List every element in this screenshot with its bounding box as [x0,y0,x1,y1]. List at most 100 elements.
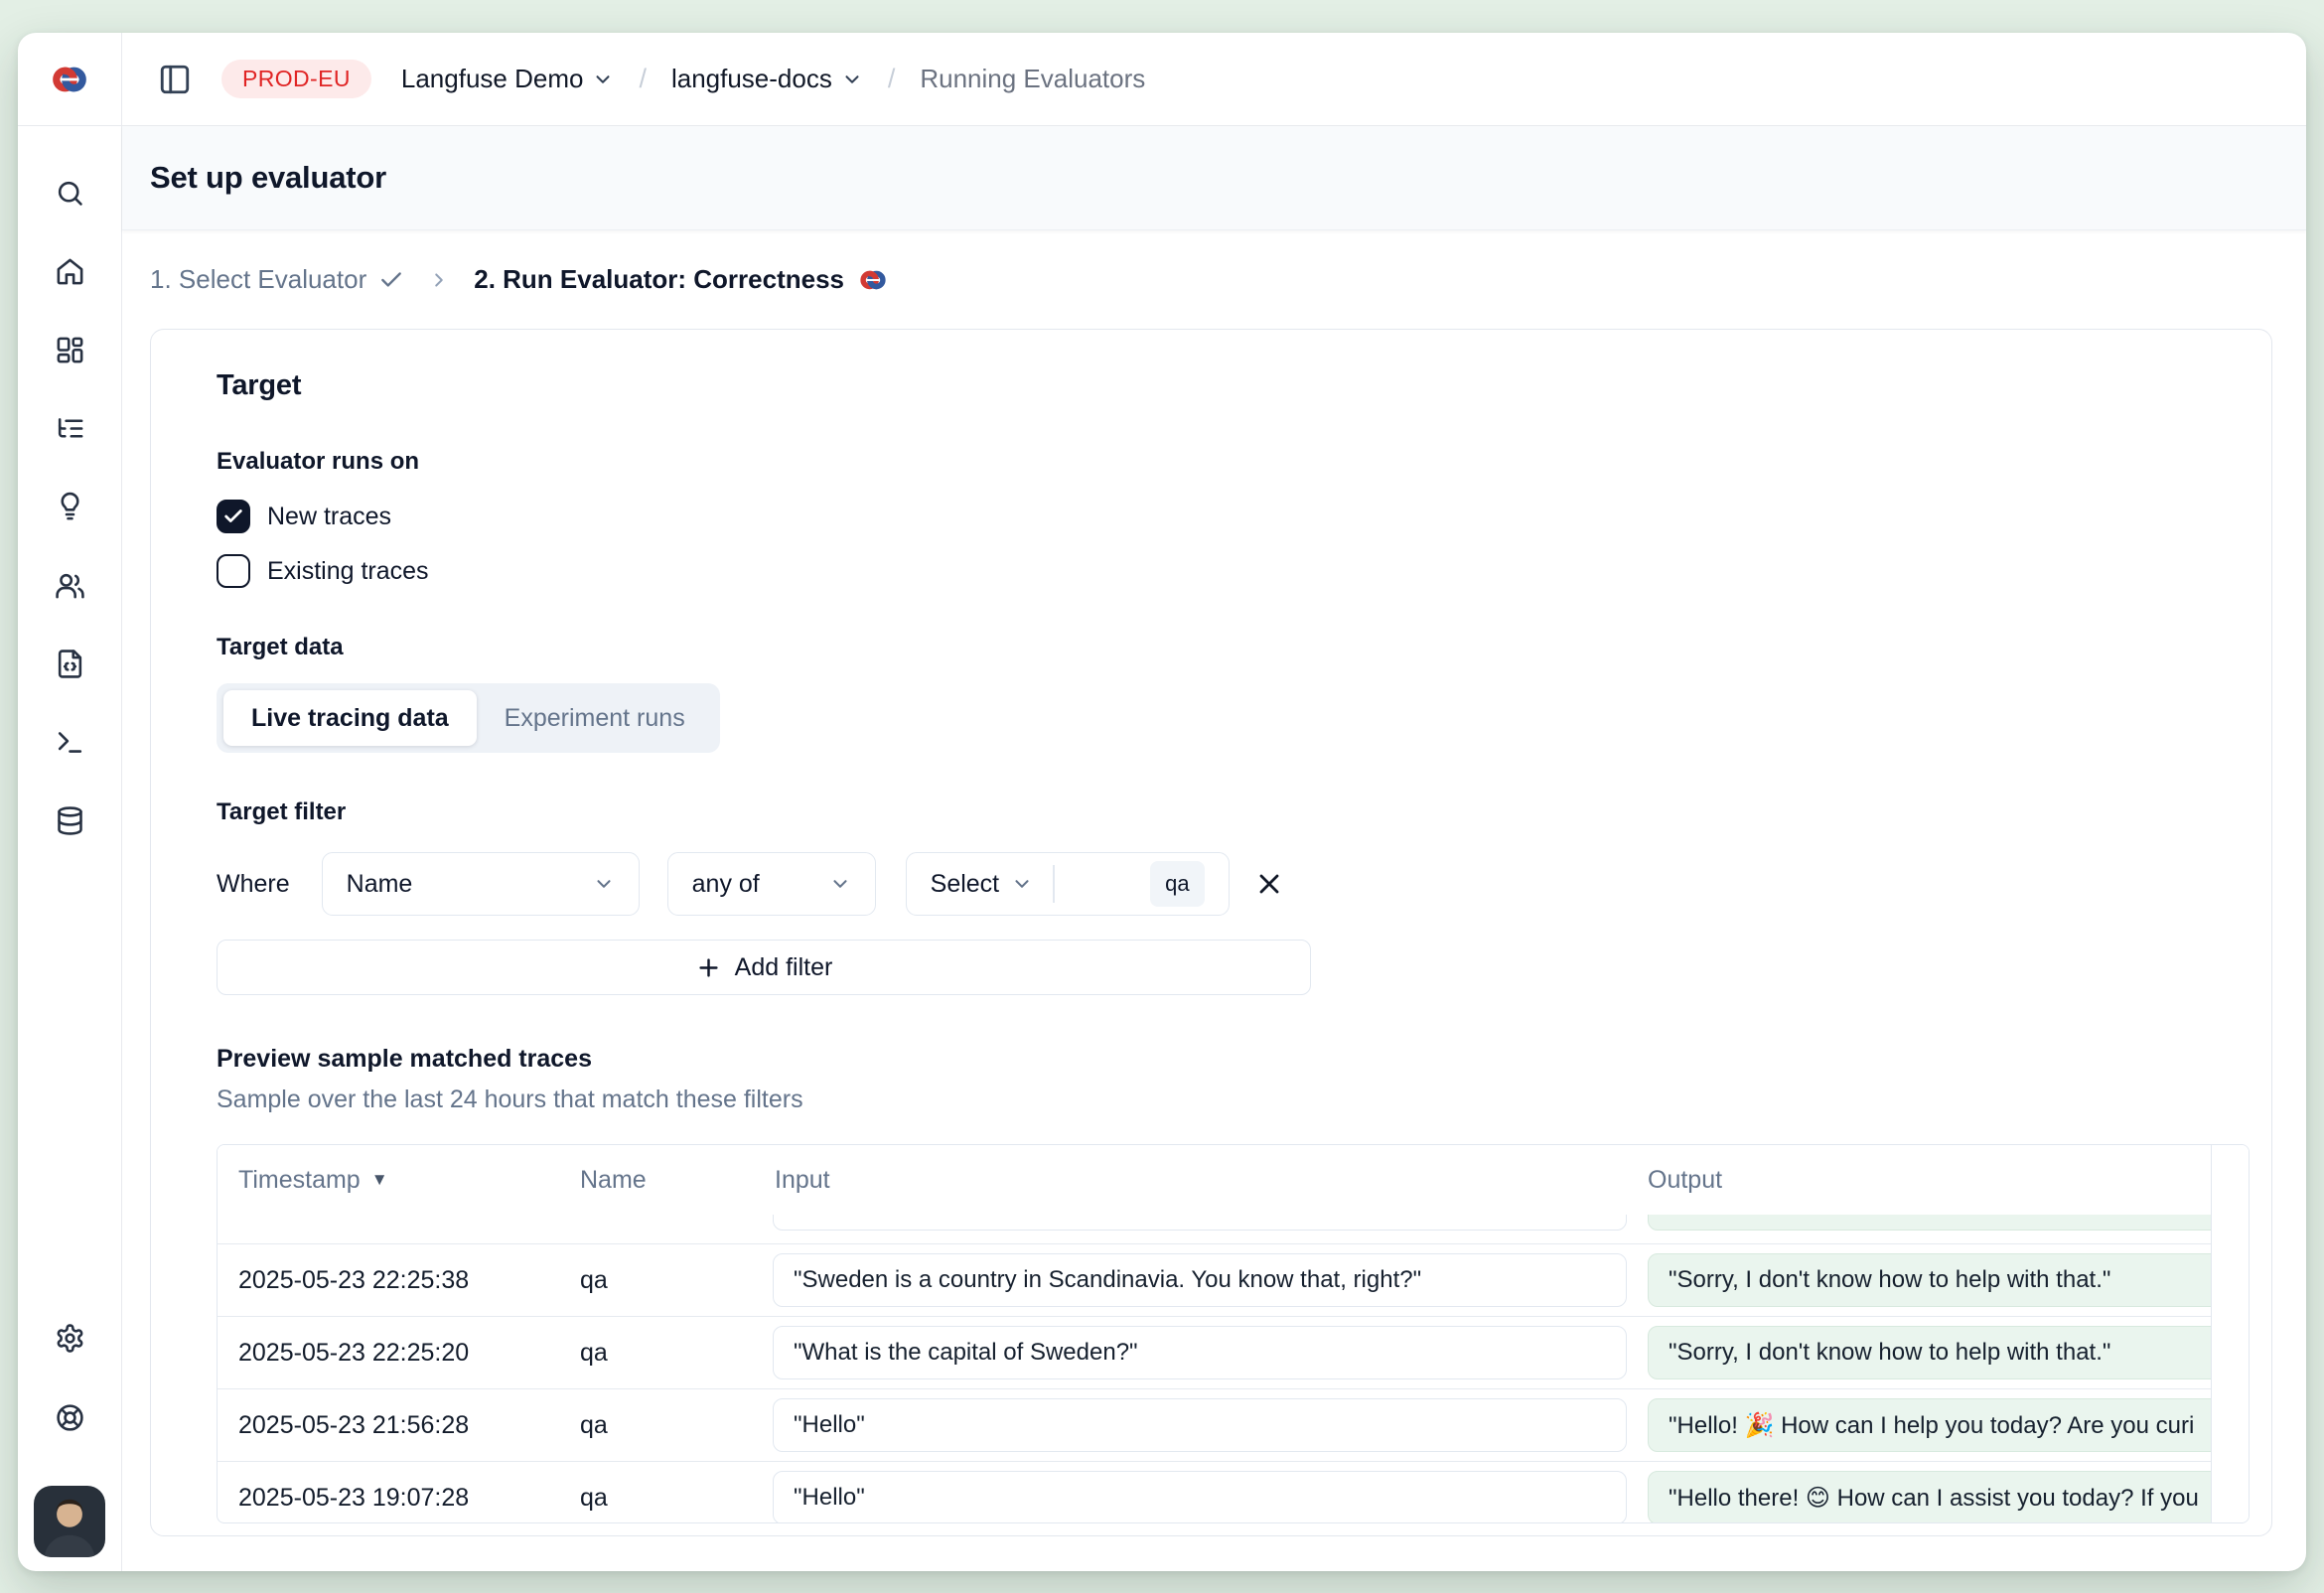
step-2-label: 2. Run Evaluator: Correctness [474,264,844,295]
table-scrollbar[interactable] [2211,1145,2249,1522]
main-column: PROD-EU Langfuse Demo / langfuse-docs / … [122,33,2306,1571]
table-row: 2025-05-23 21:56:28 qa "Hello" "Hello! 🎉… [218,1389,2249,1462]
filter-row: Where Name any of Select qa [217,852,2248,916]
output-preview-box: "Sorry, I don't know how to help with th… [1648,1253,2249,1307]
column-output: Output [1648,1166,2249,1195]
breadcrumb-org[interactable]: Langfuse Demo [401,64,615,94]
evaluator-knot-icon [858,265,888,295]
cell-input: "Sweden is a country in Scandinavia. You… [773,1253,1648,1307]
cell-input: "Hello" [773,1398,1648,1452]
table-row: 2025-05-23 22:25:20 qa "What is the capi… [218,1317,2249,1389]
table-row [218,1215,2249,1244]
new-traces-checkbox[interactable] [217,500,250,533]
step-select-evaluator[interactable]: 1. Select Evaluator [150,264,404,295]
existing-traces-checkbox[interactable] [217,554,250,588]
existing-traces-label[interactable]: Existing traces [267,557,429,586]
home-icon [55,256,85,287]
table-header: Timestamp ▼ Name Input Output [218,1145,2249,1215]
sidebar-item-users[interactable] [18,546,121,625]
filter-field-select[interactable]: Name [322,852,640,916]
check-icon [222,506,244,527]
target-data-tabs: Live tracing data Experiment runs [217,683,720,753]
option-new-traces[interactable]: New traces [217,500,2248,533]
cell-name: qa [558,1484,773,1513]
user-avatar[interactable] [34,1486,105,1557]
output-preview-box: "Sorry, I don't know how to help with th… [1648,1326,2249,1379]
langfuse-logo[interactable] [18,33,121,126]
sidebar-item-dashboard[interactable] [18,311,121,389]
target-card: Target Evaluator runs on New traces Exis… [150,329,2272,1536]
chevron-down-icon [841,69,863,90]
breadcrumb-project-label: langfuse-docs [671,64,832,94]
input-preview-box: "What is the capital of Sweden?" [773,1326,1627,1379]
output-preview-box: "Hello there! 😊 How can I assist you tod… [1648,1471,2249,1522]
input-preview-box: "Sweden is a country in Scandinavia. You… [773,1253,1627,1307]
target-filter-label: Target filter [217,798,2248,826]
input-preview-box: "Hello" [773,1398,1627,1452]
sidebar-item-tracing[interactable] [18,389,121,468]
add-filter-button[interactable]: Add filter [217,940,1311,995]
cell-timestamp: 2025-05-23 21:56:28 [238,1411,558,1440]
check-icon [378,267,404,293]
breadcrumb-org-label: Langfuse Demo [401,64,584,94]
breadcrumb-separator: / [888,64,896,94]
preview-subtitle: Sample over the last 24 hours that match… [217,1086,2248,1114]
tab-live-tracing-data[interactable]: Live tracing data [223,690,477,746]
target-data-label: Target data [217,634,2248,661]
sidebar-item-playground[interactable] [18,703,121,782]
topbar: PROD-EU Langfuse Demo / langfuse-docs / … [122,33,2306,126]
sidebar-item-support[interactable] [18,1377,121,1457]
cell-input: "What is the capital of Sweden?" [773,1326,1648,1379]
breadcrumb-project[interactable]: langfuse-docs [671,64,863,94]
new-traces-label[interactable]: New traces [267,503,391,531]
database-icon [55,805,85,836]
filter-field-value: Name [347,870,413,899]
chevron-down-icon [1011,873,1033,895]
cell-output: "Sorry, I don't know how to help with th… [1648,1253,2249,1307]
avatar-photo [34,1486,105,1557]
sidebar-nav [18,126,121,860]
option-existing-traces[interactable]: Existing traces [217,554,2248,588]
app-window: PROD-EU Langfuse Demo / langfuse-docs / … [18,33,2306,1571]
sidebar-item-database[interactable] [18,782,121,860]
sidebar-item-home[interactable] [18,232,121,311]
panel-left-icon [158,63,192,96]
remove-filter-button[interactable] [1253,868,1285,900]
preview-traces-table: Timestamp ▼ Name Input Output 2025-05-23… [217,1144,2250,1523]
input-preview-box: "Hello" [773,1471,1627,1522]
output-preview-box [1648,1215,2249,1231]
users-icon [55,570,85,601]
filter-operator-value: any of [692,870,760,899]
tab-experiment-runs[interactable]: Experiment runs [477,690,713,746]
sidebar-item-datasets[interactable] [18,625,121,703]
filter-value-placeholder: Select [931,870,999,899]
input-preview-box [773,1215,1627,1231]
close-icon [1253,868,1285,900]
chevron-down-icon [829,873,851,895]
sidebar-item-search[interactable] [18,154,121,232]
column-name: Name [558,1166,773,1195]
sidebar-toggle-button[interactable] [158,63,192,96]
select-divider [1053,865,1055,903]
breadcrumb-separator: / [639,64,647,94]
cell-output: "Sorry, I don't know how to help with th… [1648,1326,2249,1379]
column-timestamp[interactable]: Timestamp ▼ [238,1166,558,1195]
settings-gear-icon [55,1323,85,1354]
preview-title: Preview sample matched traces [217,1045,2248,1074]
cell-output: "Hello! 🎉 How can I help you today? Are … [1648,1398,2249,1452]
file-json-icon [55,649,85,679]
lightbulb-icon [55,492,85,522]
sidebar-item-settings[interactable] [18,1298,121,1377]
cell-input: "Hello" [773,1471,1648,1522]
plus-icon [695,954,722,981]
step-run-evaluator: 2. Run Evaluator: Correctness [474,264,888,295]
output-preview-box: "Hello! 🎉 How can I help you today? Are … [1648,1398,2249,1452]
filter-value-chip: qa [1150,861,1204,907]
timestamp-header-label: Timestamp [238,1166,361,1195]
sidebar-item-prompts[interactable] [18,468,121,546]
page-content: Target Evaluator runs on New traces Exis… [122,329,2306,1571]
langfuse-knot-logo-icon [50,60,89,99]
filter-operator-select[interactable]: any of [667,852,876,916]
filter-value-select[interactable]: Select qa [906,852,1230,916]
chevron-right-icon [428,269,450,291]
